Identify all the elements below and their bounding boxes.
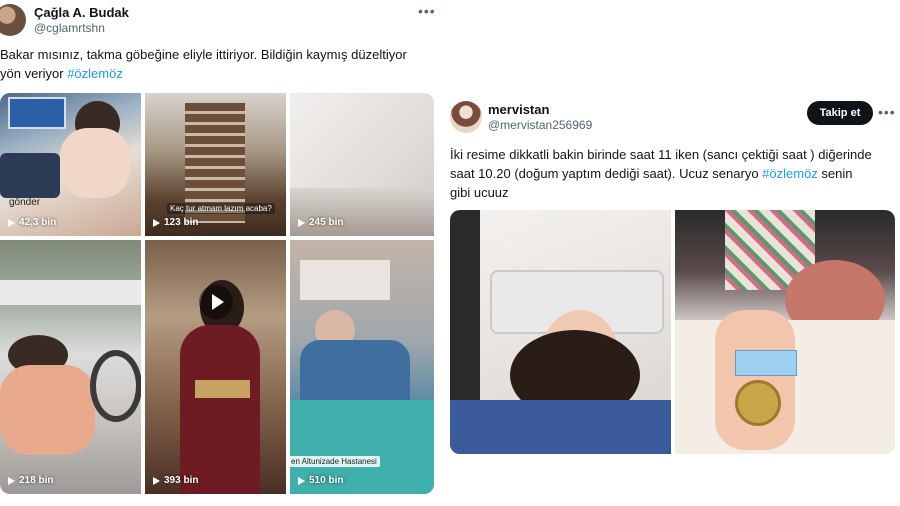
tweet-text-line1: Bakar mısınız, takma göbeğine eliyle itt… [0, 47, 407, 62]
view-count: 42,3 bin [8, 217, 56, 228]
more-options-icon[interactable]: ••• [878, 104, 896, 120]
tweet-text-line2: saat 10.20 (doğum yaptım dediği saat). U… [450, 166, 853, 181]
play-icon [153, 218, 160, 227]
video-thumbnail[interactable]: en Altunizade Hastanesi 510 bin [290, 240, 434, 494]
video-thumbnail[interactable]: gönder 42,3 bin [0, 93, 141, 236]
video-overlay-text: Kaç tur atmam lazım acaba? [167, 203, 275, 214]
video-thumbnail[interactable]: Kaç tur atmam lazım acaba? 123 bin [145, 93, 286, 236]
tweet-text-line2: yön veriyor #özlemöz [0, 66, 123, 81]
author-handle[interactable]: @mervistan256969 [488, 118, 592, 132]
avatar[interactable] [450, 101, 482, 133]
view-count: 123 bin [153, 217, 198, 228]
video-thumbnail[interactable]: 218 bin [0, 240, 141, 494]
tweet-photo[interactable] [450, 210, 671, 454]
video-overlay-text: en Altunizade Hastanesi [290, 456, 380, 467]
video-overlay-text: gönder [9, 197, 41, 208]
avatar[interactable] [0, 4, 26, 36]
author-handle[interactable]: @cglamrtshn [34, 21, 105, 35]
view-count: 510 bin [298, 475, 343, 486]
play-icon [153, 476, 160, 485]
author-name[interactable]: Çağla A. Budak [34, 5, 129, 20]
more-options-icon[interactable]: ••• [418, 3, 436, 19]
tweet-text-line3: gibi ucuuz [450, 185, 509, 200]
tweet-text: Bakar mısınız, takma göbeğine eliyle itt… [0, 45, 436, 83]
tweet-photo[interactable] [675, 210, 895, 454]
view-count: 393 bin [153, 475, 198, 486]
play-icon [8, 218, 15, 227]
tweet-text-line1: İki resime dikkatli bakin birinde saat 1… [450, 147, 872, 162]
video-thumbnail[interactable]: 245 bin [290, 93, 434, 236]
view-count: 245 bin [298, 217, 343, 228]
play-icon [8, 476, 15, 485]
tweet-text: İki resime dikkatli bakin birinde saat 1… [450, 145, 898, 202]
play-icon [298, 218, 305, 227]
video-grid: gönder 42,3 bin Kaç tur atmam lazım acab… [0, 93, 434, 494]
follow-button[interactable]: Takip et [807, 101, 873, 125]
play-icon [298, 476, 305, 485]
hashtag-link[interactable]: #özlemöz [67, 66, 123, 81]
view-count: 218 bin [8, 475, 53, 486]
video-thumbnail[interactable]: 393 bin [145, 240, 286, 494]
play-button-icon[interactable] [198, 285, 233, 319]
author-name[interactable]: mervistan [488, 102, 549, 117]
hashtag-link[interactable]: #özlemöz [762, 166, 818, 181]
tweet-left: Çağla A. Budak @cglamrtshn ••• Bakar mıs… [0, 0, 442, 506]
